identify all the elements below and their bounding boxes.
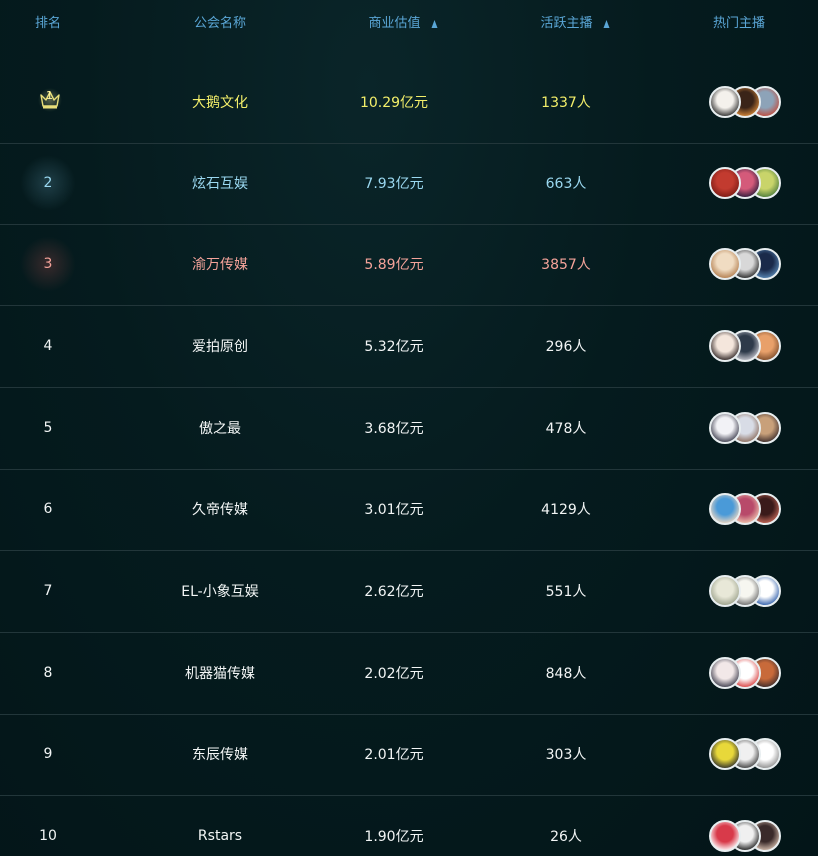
rank-value: 10 [39,828,57,844]
rank-value: 5 [43,420,53,436]
guild-valuation: 3.01亿元 [364,502,424,518]
guild-name[interactable]: 久帝传媒 [192,499,248,519]
rank-value: 6 [43,501,53,517]
hot-host-avatars [709,493,781,525]
sort-ascending-icon[interactable] [431,20,438,28]
table-row[interactable]: 7 EL-小象互娱 2.62亿元 551人 [0,551,818,633]
hot-host-avatars [709,248,781,280]
guild-valuation: 3.68亿元 [364,421,424,437]
guild-name[interactable]: 机器猫传媒 [185,663,255,683]
rank-value: 3 [43,256,53,272]
hot-host-avatars [709,412,781,444]
guild-valuation: 2.62亿元 [364,584,424,600]
header-valuation[interactable]: 商业估值 [368,12,438,31]
avatar[interactable] [709,657,741,689]
hot-host-avatars [709,167,781,199]
table-row[interactable]: 1 大鹅文化 10.29亿元 1337人 [0,62,818,144]
active-host-count: 1337人 [541,95,591,111]
header-valuation-label: 商业估值 [368,16,421,31]
table-header: 排名 公会名称 商业估值 活跃主播 热门主播 [0,0,818,43]
guild-name[interactable]: 东辰传媒 [192,744,248,764]
hot-host-avatars [709,86,781,118]
guild-valuation: 2.02亿元 [364,666,424,682]
hot-host-avatars [709,575,781,607]
table-row[interactable]: 4 爱拍原创 5.32亿元 296人 [0,306,818,388]
header-hot-hosts: 热门主播 [712,16,766,31]
hot-host-avatars [709,657,781,689]
guild-valuation: 7.93亿元 [364,176,424,192]
rank-value: 8 [43,665,53,681]
header-active-hosts[interactable]: 活跃主播 [540,12,610,31]
guild-name[interactable]: 爱拍原创 [192,336,248,356]
guild-valuation: 5.89亿元 [364,257,424,273]
active-host-count: 663人 [545,176,587,192]
header-rank: 排名 [34,16,62,31]
table-row[interactable]: 9 东辰传媒 2.01亿元 303人 [0,714,818,796]
active-host-count: 296人 [545,339,587,355]
table-row[interactable]: 6 久帝传媒 3.01亿元 4129人 [0,469,818,551]
active-host-count: 551人 [545,584,587,600]
table-row[interactable]: 3 渝万传媒 5.89亿元 3857人 [0,224,818,306]
avatar[interactable] [709,330,741,362]
sort-ascending-icon[interactable] [603,20,610,28]
avatar[interactable] [709,575,741,607]
avatar[interactable] [709,412,741,444]
rank-value: 2 [43,175,53,191]
guild-name[interactable]: 炫石互娱 [192,173,248,193]
header-active-hosts-label: 活跃主播 [540,16,593,31]
guild-valuation: 1.90亿元 [364,829,424,845]
hot-host-avatars [709,738,781,770]
hot-host-avatars [709,820,781,852]
guild-name[interactable]: 傲之最 [199,418,241,438]
guild-ranking-table: 排名 公会名称 商业估值 活跃主播 热门主播 1 大鹅文化 10.29亿元 1337… [0,0,818,856]
avatar[interactable] [709,167,741,199]
table-row[interactable]: 2 炫石互娱 7.93亿元 663人 [0,143,818,225]
table-row[interactable]: 8 机器猫传媒 2.02亿元 848人 [0,633,818,715]
guild-valuation: 2.01亿元 [364,747,424,763]
avatar[interactable] [709,493,741,525]
active-host-count: 4129人 [541,502,591,518]
guild-name[interactable]: 大鹅文化 [192,92,248,112]
rank-value: 7 [43,583,53,599]
active-host-count: 303人 [545,747,587,763]
avatar[interactable] [709,738,741,770]
active-host-count: 478人 [545,421,587,437]
avatar[interactable] [709,820,741,852]
table-row[interactable]: 10 Rstars 1.90亿元 26人 [0,796,818,856]
active-host-count: 3857人 [541,257,591,273]
active-host-count: 848人 [545,666,587,682]
crown-icon: 1 [37,87,63,117]
guild-name[interactable]: Rstars [198,828,242,844]
rank-value: 1 [46,89,53,102]
guild-name[interactable]: 渝万传媒 [192,254,248,274]
guild-valuation: 10.29亿元 [359,95,429,111]
active-host-count: 26人 [550,829,582,845]
avatar[interactable] [709,86,741,118]
guild-valuation: 5.32亿元 [364,339,424,355]
avatar[interactable] [709,248,741,280]
guild-name[interactable]: EL-小象互娱 [181,581,258,601]
table-row[interactable]: 5 傲之最 3.68亿元 478人 [0,388,818,470]
rank-value: 9 [43,746,53,762]
rank-value: 4 [43,338,53,354]
hot-host-avatars [709,330,781,362]
header-guild-name: 公会名称 [193,16,247,31]
